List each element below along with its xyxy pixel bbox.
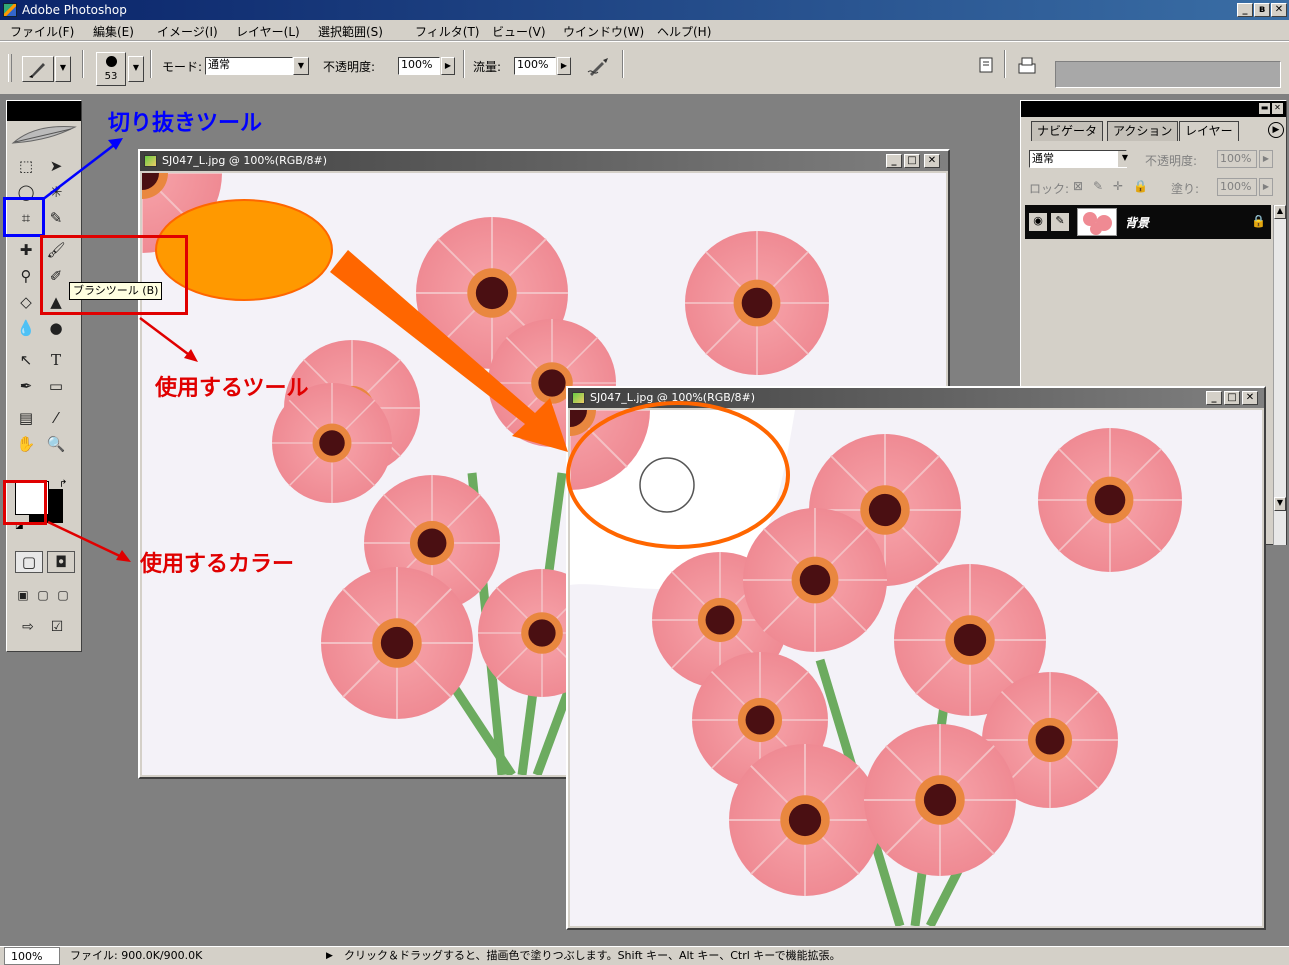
- crop-tool-annotation: 切り抜きツール: [108, 111, 263, 136]
- callout-outline-ellipse: [566, 401, 790, 549]
- annotation-overlay: [41, 138, 790, 562]
- crop-annotation-arrow: [41, 141, 119, 201]
- use-color-annotation: 使用するカラー: [140, 552, 295, 577]
- color-highlight-box: [3, 480, 47, 525]
- crop-tool-highlight-box: [3, 197, 45, 237]
- callout-big-arrow: [330, 250, 568, 452]
- color-annotation-arrow: [47, 520, 125, 560]
- tool-annotation-arrowhead: [184, 349, 198, 362]
- tool-highlight-box: [40, 235, 188, 315]
- tool-annotation-arrow: [139, 317, 193, 358]
- use-tool-annotation: 使用するツール: [155, 376, 309, 401]
